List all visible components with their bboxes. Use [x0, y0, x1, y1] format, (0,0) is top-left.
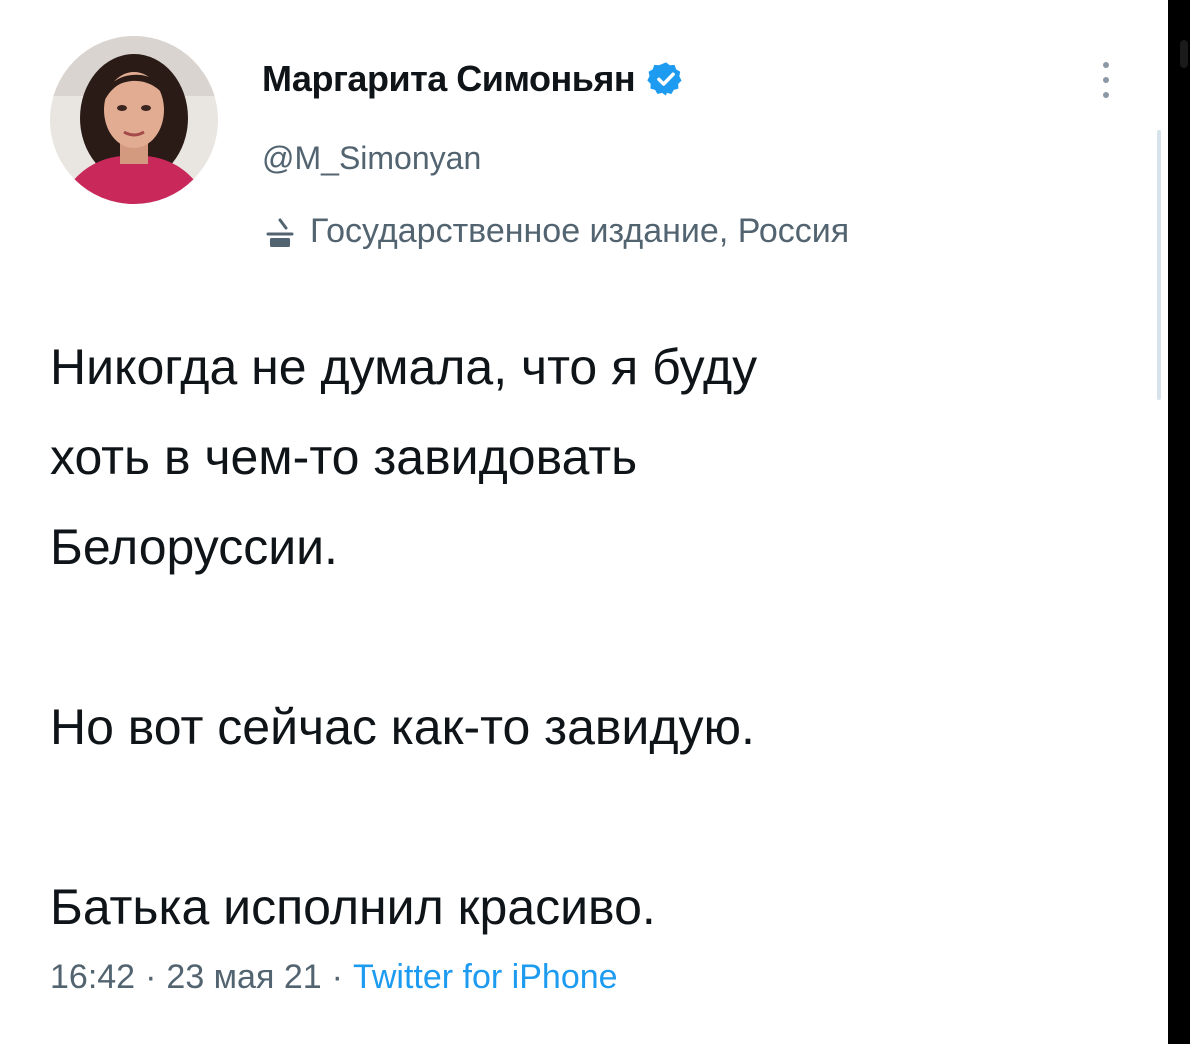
tweet-line: Никогда не думала, что я буду: [50, 339, 758, 395]
profile-photo-icon: [50, 36, 218, 204]
screen-edge: [1168, 0, 1190, 1044]
author-name-row: Маргарита Симоньян: [262, 58, 685, 100]
tweet-body: Никогда не думала, что я буду хоть в чем…: [50, 322, 1140, 952]
tweet-card: Маргарита Симоньян @M_Simonyan Государст…: [0, 0, 1168, 1044]
meta-separator: ·: [145, 958, 157, 996]
tweet-time[interactable]: 16:42: [50, 958, 135, 997]
state-media-label[interactable]: Государственное издание, Россия: [262, 212, 849, 251]
tweet-date[interactable]: 23 мая 21: [166, 958, 321, 997]
meta-separator: ·: [331, 958, 343, 996]
tweet-line: хоть в чем-то завидовать: [50, 429, 638, 485]
author-display-name[interactable]: Маргарита Симоньян: [262, 58, 636, 100]
tweet-source-link[interactable]: Twitter for iPhone: [353, 958, 618, 997]
edge-marker: [1180, 40, 1188, 68]
verified-badge-icon: [647, 60, 685, 98]
state-media-label-text: Государственное издание, Россия: [310, 212, 850, 250]
scrollbar-thumb[interactable]: [1157, 130, 1161, 400]
tweet-line: Белоруссии.: [50, 519, 338, 575]
tweet-meta: 16:42 · 23 мая 21 · Twitter for iPhone: [50, 958, 618, 997]
tweet-line: Но вот сейчас как-то завидую.: [50, 699, 755, 755]
tweet-line: Батька исполнил красиво.: [50, 879, 656, 935]
avatar[interactable]: [50, 36, 218, 204]
state-media-icon: [262, 214, 298, 250]
more-options-icon[interactable]: [1092, 56, 1120, 104]
author-handle[interactable]: @M_Simonyan: [262, 140, 481, 177]
